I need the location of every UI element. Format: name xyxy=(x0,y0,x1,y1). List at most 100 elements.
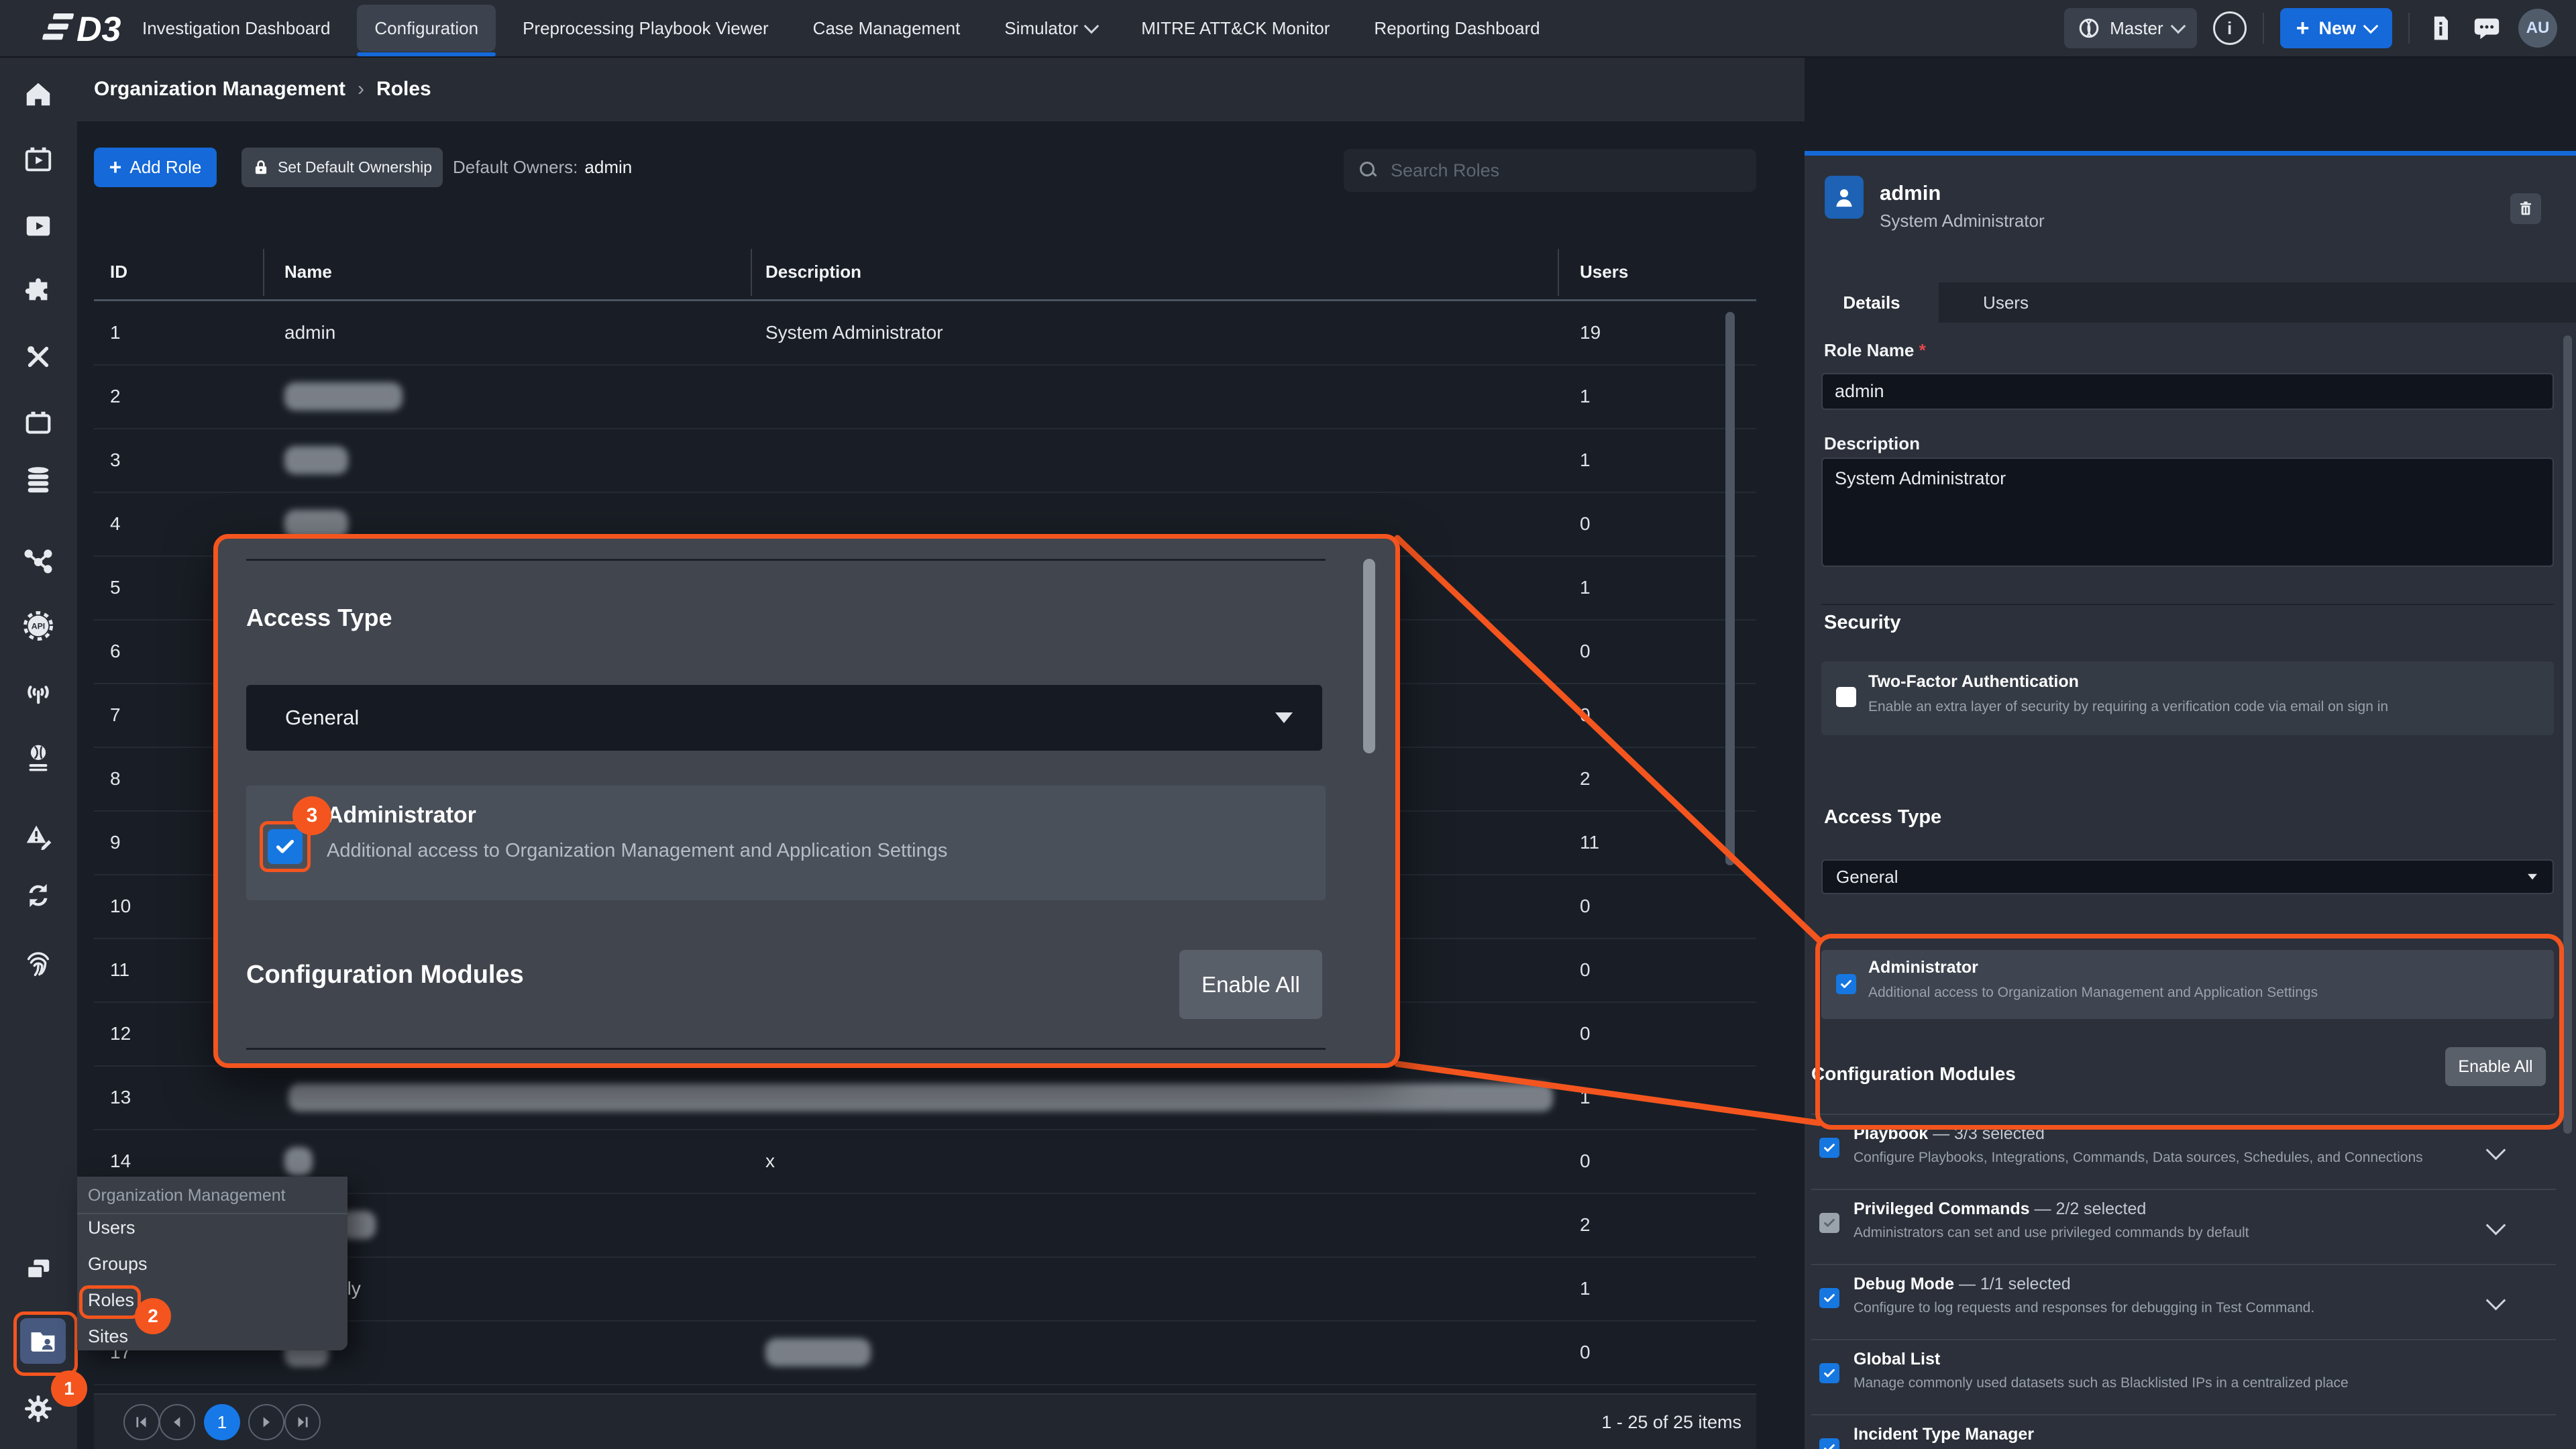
last-page-button[interactable] xyxy=(284,1404,321,1440)
module-checkbox-global-list[interactable] xyxy=(1819,1363,1839,1383)
sidebar-item-settings[interactable] xyxy=(23,1393,54,1424)
sidebar-item-fingerprint[interactable] xyxy=(23,946,54,977)
sidebar-item-geo-data[interactable] xyxy=(23,742,54,773)
user-avatar[interactable]: AU xyxy=(2518,9,2557,48)
popup-access-type-dropdown[interactable]: General xyxy=(246,685,1322,751)
cell-users: 1 xyxy=(1580,1256,1591,1320)
module-checkbox-privileged-commands[interactable] xyxy=(1819,1213,1839,1233)
module-checkbox-incident-type-manager[interactable] xyxy=(1819,1438,1839,1449)
role-name-label: Role Name * xyxy=(1824,340,1926,361)
tab-configuration[interactable]: Configuration xyxy=(357,5,496,52)
column-header-description[interactable]: Description xyxy=(765,245,861,299)
panel-tab-users[interactable]: Users xyxy=(1939,282,2073,323)
prev-page-button[interactable] xyxy=(159,1404,195,1440)
tab-mitre-att-ck-monitor[interactable]: MITRE ATT&CK Monitor xyxy=(1124,5,1347,52)
column-header-name[interactable]: Name xyxy=(284,245,332,299)
divider xyxy=(246,1048,1326,1050)
sidebar-item-data-sync[interactable] xyxy=(23,880,54,911)
add-role-button[interactable]: + Add Role xyxy=(94,148,217,187)
administrator-card: Administrator Additional access to Organ… xyxy=(1821,950,2554,1019)
playbook-viewer-icon xyxy=(23,210,54,241)
top-nav-bar: D3 Investigation DashboardConfigurationP… xyxy=(0,0,2576,58)
tab-label: Configuration xyxy=(374,18,478,39)
sidebar-item-organization-management[interactable] xyxy=(20,1318,66,1364)
table-row[interactable]: 131 xyxy=(94,1065,1756,1130)
description-field[interactable]: System Administrator xyxy=(1821,458,2554,567)
sidebar-item-case-board[interactable] xyxy=(23,407,54,438)
check-icon xyxy=(1822,1140,1837,1155)
cell-id: 12 xyxy=(110,1002,131,1065)
required-mark: * xyxy=(1919,340,1926,360)
column-header-id[interactable]: ID xyxy=(110,245,127,299)
set-default-ownership-button[interactable]: Set Default Ownership xyxy=(241,148,443,187)
menu-item-roles[interactable]: Roles xyxy=(88,1290,134,1311)
menu-item-sites[interactable]: Sites xyxy=(88,1326,128,1347)
sidebar-item-utility-commands[interactable] xyxy=(23,341,54,372)
sidebar-item-home[interactable] xyxy=(23,78,54,109)
popup-scrollbar[interactable] xyxy=(1363,559,1375,753)
breadcrumb-parent[interactable]: Organization Management xyxy=(94,78,345,101)
popup-enable-all-button[interactable]: Enable All xyxy=(1179,950,1322,1019)
table-scrollbar[interactable] xyxy=(1725,312,1735,865)
search-icon xyxy=(1360,162,1377,179)
cell-id: 8 xyxy=(110,747,121,810)
sidebar-item-window-manager[interactable] xyxy=(23,1254,54,1285)
tab-case-management[interactable]: Case Management xyxy=(796,5,978,52)
tab-reporting-dashboard[interactable]: Reporting Dashboard xyxy=(1356,5,1557,52)
role-detail-panel: admin System Administrator Role Name * a… xyxy=(1805,56,2576,1449)
module-title: Debug Mode — 1/1 selected xyxy=(1854,1275,2071,1294)
cell-description: x xyxy=(765,1129,775,1193)
table-row[interactable]: 1adminSystem Administrator19 xyxy=(94,301,1756,366)
panel-tab-details[interactable]: Details xyxy=(1805,282,1939,323)
cell-users: 0 xyxy=(1580,1129,1591,1193)
popup-administrator-checkbox[interactable] xyxy=(268,829,303,864)
tab-preprocessing-playbook-viewer[interactable]: Preprocessing Playbook Viewer xyxy=(505,5,786,52)
next-page-button[interactable] xyxy=(248,1404,284,1440)
sidebar-item-integrations[interactable] xyxy=(23,276,54,307)
enable-all-button[interactable]: Enable All xyxy=(2445,1047,2546,1086)
sidebar-item-connections[interactable] xyxy=(23,545,54,576)
info-icon: i xyxy=(2227,18,2232,39)
chevron-down-icon[interactable] xyxy=(2486,1216,2506,1236)
sidebar-item-playbook-viewer[interactable] xyxy=(23,210,54,241)
chevron-down-icon[interactable] xyxy=(2486,1291,2506,1311)
api-icon: API xyxy=(23,610,54,641)
sidebar-item-event-playback[interactable] xyxy=(23,144,54,175)
access-type-value: General xyxy=(1836,867,1898,888)
delete-role-button[interactable] xyxy=(2510,193,2541,224)
column-header-users[interactable]: Users xyxy=(1580,245,1628,299)
menu-item-users[interactable]: Users xyxy=(88,1218,136,1238)
chat-icon[interactable] xyxy=(2471,13,2502,44)
tab-simulator[interactable]: Simulator xyxy=(987,5,1114,52)
default-owners-label: Default Owners: xyxy=(453,157,578,178)
menu-item-groups[interactable]: Groups xyxy=(88,1254,148,1275)
sidebar-item-data-management[interactable] xyxy=(23,464,54,495)
utility-commands-icon xyxy=(23,341,54,372)
cell-id: 13 xyxy=(110,1065,131,1129)
role-name-field[interactable]: admin xyxy=(1821,373,2554,410)
panel-scrollbar[interactable] xyxy=(2563,335,2572,1134)
chevron-down-icon[interactable] xyxy=(2486,1140,2506,1161)
active-tab-underline xyxy=(357,52,496,56)
administrator-checkbox[interactable] xyxy=(1836,974,1856,994)
search-roles-input[interactable]: Search Roles xyxy=(1344,149,1756,192)
breadcrumb: Organization Management › Roles xyxy=(94,56,431,121)
table-row[interactable]: 21 xyxy=(94,364,1756,429)
redacted-name xyxy=(284,446,348,474)
module-checkbox-playbook[interactable] xyxy=(1819,1138,1839,1158)
sidebar-item-webhook[interactable] xyxy=(23,676,54,707)
sidebar-item-incident-form-editor[interactable] xyxy=(23,819,54,850)
site-selector-dropdown[interactable]: Master xyxy=(2064,8,2196,48)
new-button[interactable]: + New xyxy=(2280,8,2392,48)
access-type-dropdown[interactable]: General xyxy=(1821,859,2554,894)
first-page-button[interactable] xyxy=(123,1404,160,1440)
tab-investigation-dashboard[interactable]: Investigation Dashboard xyxy=(125,5,347,52)
release-notes-icon[interactable] xyxy=(2426,12,2455,44)
sidebar-item-api[interactable]: API xyxy=(23,610,54,641)
table-row[interactable]: 31 xyxy=(94,428,1756,493)
module-checkbox-debug-mode[interactable] xyxy=(1819,1288,1839,1308)
page-1-button[interactable]: 1 xyxy=(204,1404,240,1440)
twofa-checkbox[interactable] xyxy=(1836,687,1856,707)
info-button[interactable]: i xyxy=(2213,11,2247,45)
zoom-callout-popup: Access Type General 3 Administrator Addi… xyxy=(213,534,1400,1068)
